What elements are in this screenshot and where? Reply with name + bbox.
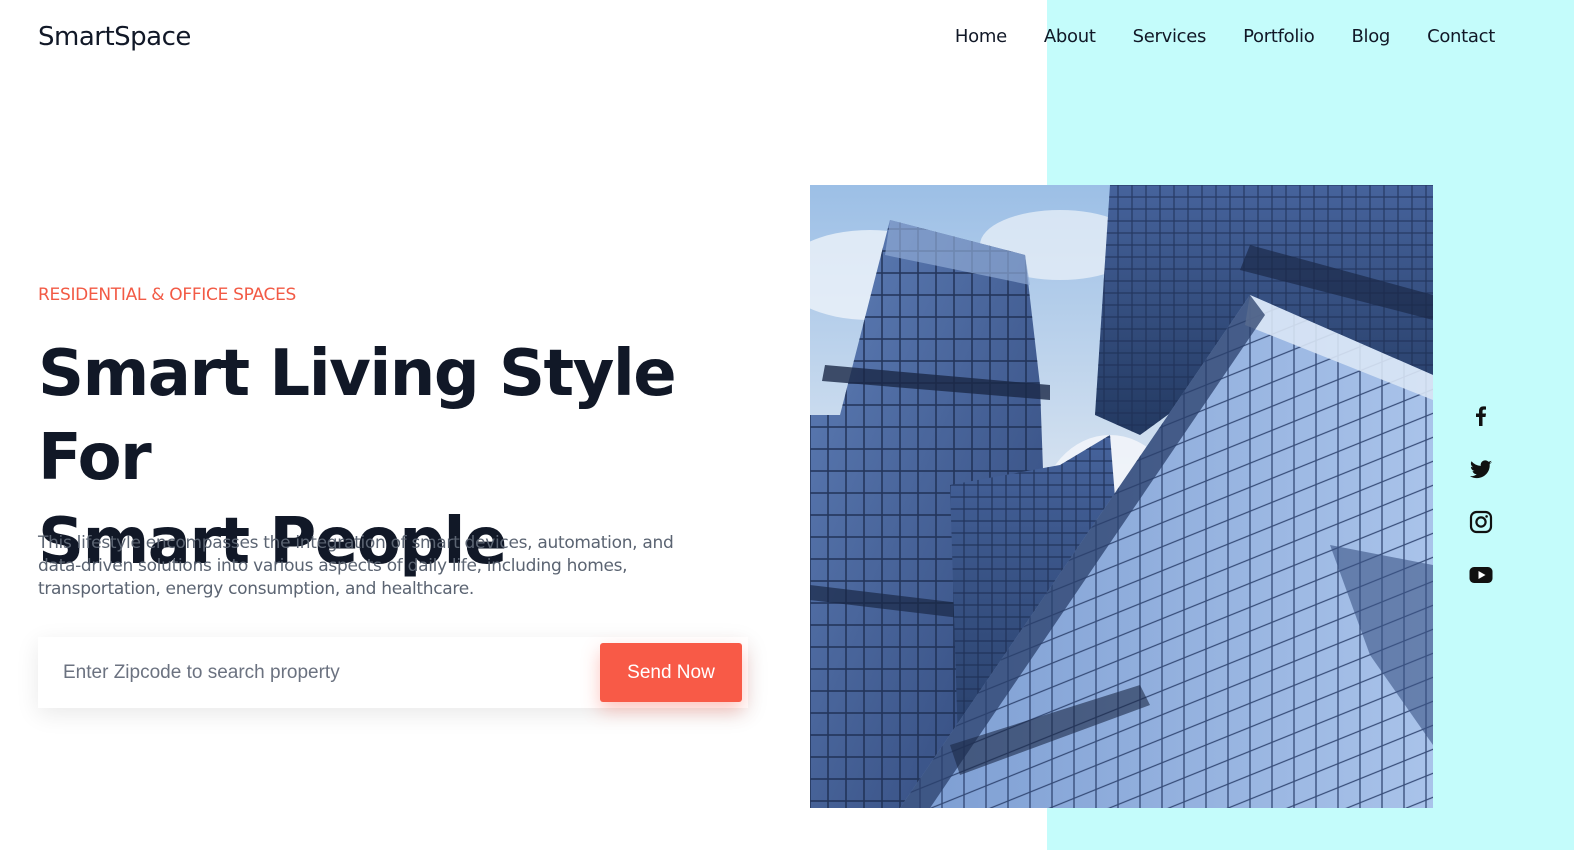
nav-link-about[interactable]: About — [1044, 26, 1096, 47]
zipcode-search-form: Send Now — [38, 637, 748, 708]
send-now-button[interactable]: Send Now — [600, 643, 742, 702]
nav-link-portfolio[interactable]: Portfolio — [1243, 26, 1315, 47]
youtube-icon[interactable] — [1466, 563, 1496, 587]
nav-link-blog[interactable]: Blog — [1351, 26, 1390, 47]
hero-eyebrow: RESIDENTIAL & OFFICE SPACES — [38, 285, 297, 305]
brand-logo[interactable]: SmartSpace — [38, 22, 191, 52]
social-links — [1466, 404, 1496, 587]
hero-description: This lifestyle encompasses the integrati… — [38, 533, 674, 599]
facebook-icon[interactable] — [1466, 404, 1496, 428]
zipcode-search-input[interactable] — [63, 661, 543, 684]
hero-building-image — [810, 185, 1433, 808]
hero-headline-line-1: Smart Living Style For — [38, 337, 677, 495]
nav-link-contact[interactable]: Contact — [1427, 26, 1495, 47]
instagram-icon[interactable] — [1466, 510, 1496, 534]
main-nav: Home About Services Portfolio Blog Conta… — [955, 26, 1495, 47]
twitter-icon[interactable] — [1466, 457, 1496, 481]
nav-link-home[interactable]: Home — [955, 26, 1007, 47]
nav-link-services[interactable]: Services — [1133, 26, 1207, 47]
